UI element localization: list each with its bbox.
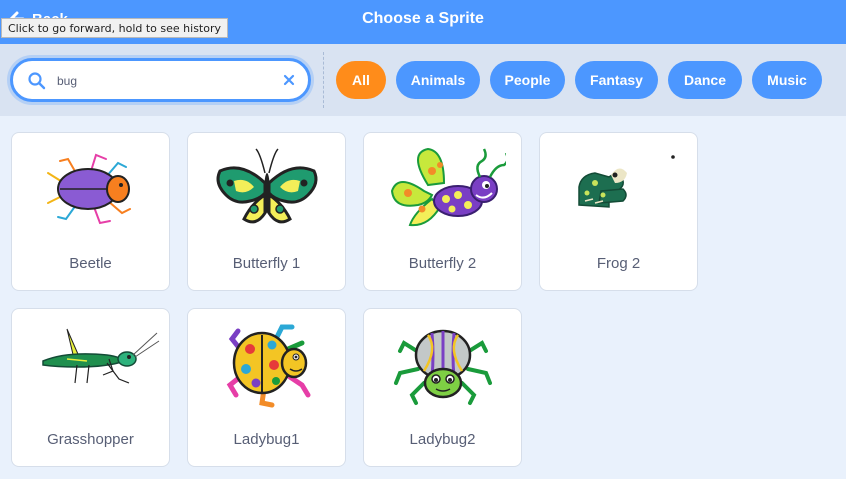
sprite-grid: Beetle Butterfly 1 Butterfly 2 Frog 2 Gr…: [11, 132, 846, 479]
tag-music[interactable]: Music: [752, 61, 822, 99]
sprite-card-grasshopper[interactable]: Grasshopper: [11, 308, 170, 467]
tag-list: All Animals People Fantasy Dance Music: [336, 61, 822, 99]
ladybug-icon: [226, 324, 311, 408]
divider: [323, 52, 324, 108]
sprite-name: Grasshopper: [47, 431, 134, 448]
frog-icon: [578, 155, 675, 208]
tag-fantasy[interactable]: Fantasy: [575, 61, 658, 99]
search-input[interactable]: [57, 71, 277, 91]
sprite-card-butterfly-1[interactable]: Butterfly 1: [187, 132, 346, 291]
butterfly-icon: [216, 148, 318, 224]
butterfly-2-icon: [390, 147, 506, 227]
tag-animals[interactable]: Animals: [396, 61, 480, 99]
clear-search-icon[interactable]: [282, 73, 296, 87]
search-icon: [28, 72, 46, 90]
sprite-card-beetle[interactable]: Beetle: [11, 132, 170, 291]
tooltip: Click to go forward, hold to see history: [1, 18, 228, 38]
tag-people[interactable]: People: [490, 61, 565, 99]
search-box[interactable]: [10, 58, 311, 102]
sprite-name: Frog 2: [596, 255, 641, 272]
tag-all[interactable]: All: [336, 61, 386, 99]
sprite-name: Ladybug1: [233, 431, 300, 448]
sprite-card-ladybug1[interactable]: Ladybug1: [187, 308, 346, 467]
grasshopper-icon: [42, 328, 160, 384]
ladybug-2-icon: [394, 329, 492, 405]
sprite-card-frog-2[interactable]: Frog 2: [539, 132, 698, 291]
tag-dance[interactable]: Dance: [668, 61, 742, 99]
sprite-card-ladybug2[interactable]: Ladybug2: [363, 308, 522, 467]
sprite-name: Butterfly 1: [232, 255, 301, 272]
sprite-name: Butterfly 2: [408, 255, 477, 272]
beetle-icon: [47, 153, 131, 225]
sprite-name: Ladybug2: [409, 431, 476, 448]
sprite-name: Beetle: [69, 255, 112, 272]
filter-bar: All Animals People Fantasy Dance Music: [0, 44, 846, 116]
sprite-card-butterfly-2[interactable]: Butterfly 2: [363, 132, 522, 291]
